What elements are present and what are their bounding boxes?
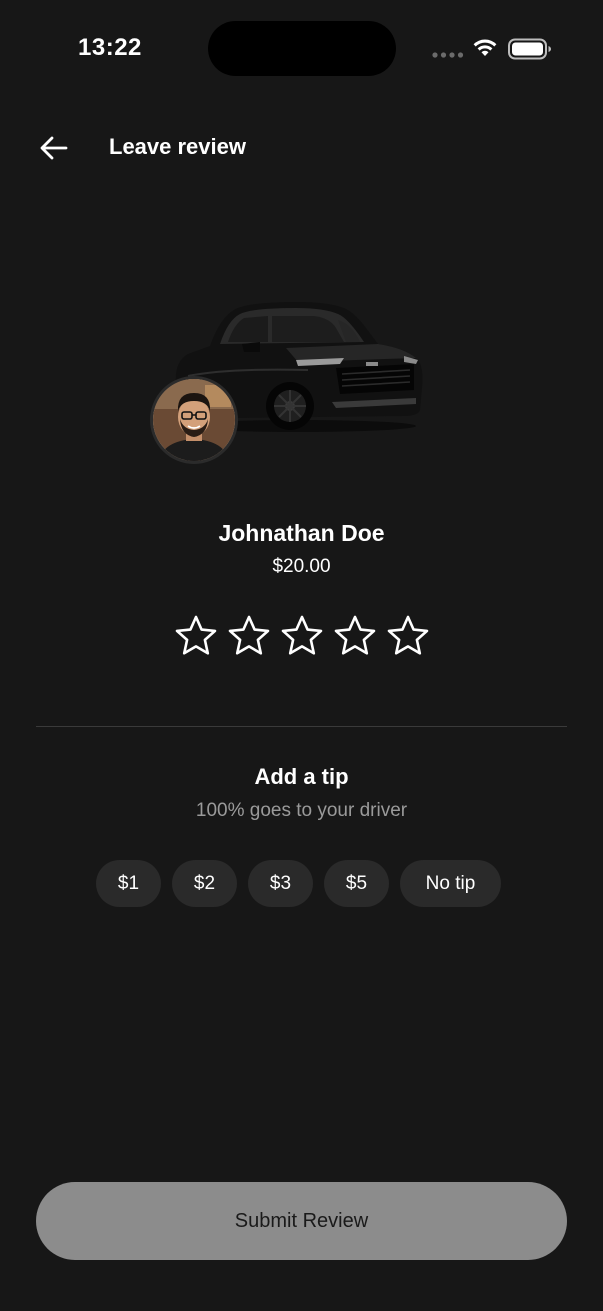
dynamic-island bbox=[208, 21, 396, 76]
tip-option-5[interactable]: $5 bbox=[324, 860, 389, 907]
status-bar: 13:22 bbox=[0, 0, 603, 96]
driver-name: Johnathan Doe bbox=[218, 520, 385, 546]
header: Leave review bbox=[0, 120, 603, 176]
tip-option-3[interactable]: $3 bbox=[248, 860, 313, 907]
star-outline-icon[interactable] bbox=[333, 614, 377, 658]
divider bbox=[36, 726, 567, 727]
star-outline-icon[interactable] bbox=[386, 614, 430, 658]
driver-avatar bbox=[150, 376, 238, 464]
page-title: Leave review bbox=[109, 134, 246, 159]
tip-option-none[interactable]: No tip bbox=[400, 860, 501, 907]
status-time: 13:22 bbox=[78, 34, 142, 61]
star-outline-icon[interactable] bbox=[174, 614, 218, 658]
arrow-left-icon bbox=[40, 136, 68, 160]
tip-option-2[interactable]: $2 bbox=[172, 860, 237, 907]
submit-review-button[interactable]: Submit Review bbox=[36, 1182, 567, 1260]
wifi-icon bbox=[473, 39, 497, 56]
battery-icon bbox=[508, 38, 551, 60]
cellular-signal-icon bbox=[432, 52, 464, 58]
driver-hero bbox=[150, 290, 450, 470]
star-rating bbox=[174, 614, 430, 660]
star-outline-icon[interactable] bbox=[280, 614, 324, 658]
avatar-image bbox=[153, 379, 235, 461]
back-button[interactable] bbox=[32, 130, 76, 166]
tip-title: Add a tip bbox=[254, 764, 349, 789]
tip-options: $1 $2 $3 $5 No tip bbox=[96, 860, 501, 907]
tip-subtitle: 100% goes to your driver bbox=[195, 800, 408, 821]
trip-fare: $20.00 bbox=[272, 556, 331, 577]
star-outline-icon[interactable] bbox=[227, 614, 271, 658]
tip-option-1[interactable]: $1 bbox=[96, 860, 161, 907]
